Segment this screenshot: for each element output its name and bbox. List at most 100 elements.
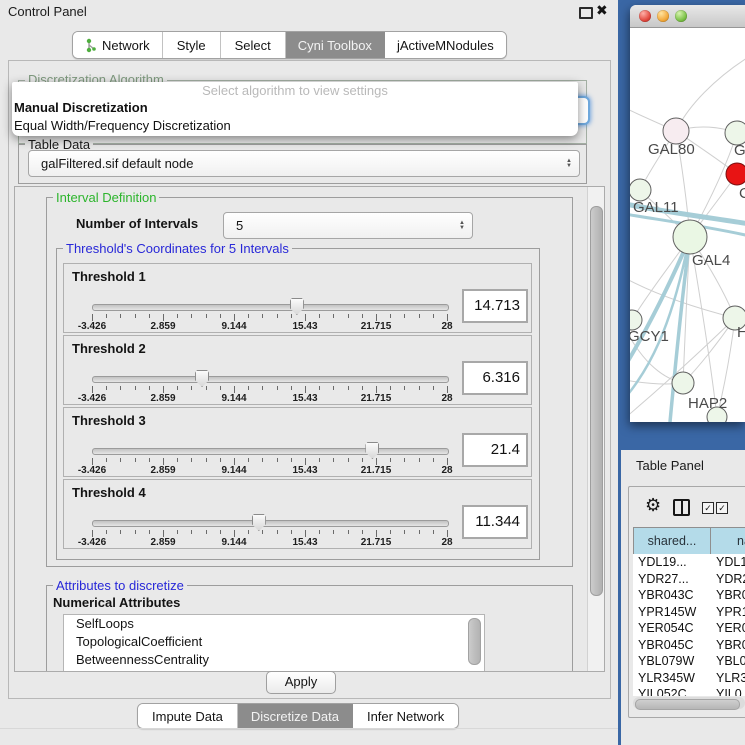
list-scrollbar[interactable]: [468, 618, 481, 665]
node-gal4[interactable]: [673, 220, 707, 254]
close-traffic-light-icon[interactable]: [639, 10, 651, 22]
cell-shared-name[interactable]: YLR345W: [633, 670, 716, 687]
table-row[interactable]: YDL19...YDL1: [633, 554, 745, 571]
tab-network[interactable]: Network: [73, 32, 163, 58]
dropdown-placeholder-option[interactable]: Select algorithm to view settings: [12, 82, 578, 99]
table-row[interactable]: YER054CYER0: [633, 620, 745, 637]
checkbox-icon[interactable]: ✓: [702, 502, 714, 514]
table-hscrollbar-track[interactable]: [633, 697, 745, 709]
cell-name[interactable]: YBL0: [716, 653, 745, 670]
close-icon[interactable]: ✖: [596, 2, 608, 19]
cell-name[interactable]: YER0: [716, 620, 745, 637]
cell-name[interactable]: YDL1: [716, 554, 745, 571]
cell-shared-name[interactable]: YDL19...: [633, 554, 716, 571]
table-row[interactable]: YBL079WYBL0: [633, 653, 745, 670]
slider-thumb[interactable]: [195, 370, 209, 387]
slider-tick: [333, 314, 334, 318]
tab-infer-network[interactable]: Infer Network: [353, 704, 458, 728]
attribute-list-item[interactable]: BetweennessCentrality: [64, 651, 484, 669]
cell-name[interactable]: YBR0: [716, 637, 745, 654]
node-label-partial-h: H: [737, 324, 745, 341]
slider-track[interactable]: [92, 448, 449, 455]
threshold-value-field[interactable]: 21.4: [462, 433, 528, 467]
tab-cyni-toolbox[interactable]: Cyni Toolbox: [286, 32, 385, 58]
tab-select-label: Select: [235, 38, 271, 53]
dropdown-option-manual-discretization[interactable]: Manual Discretization: [12, 99, 578, 117]
node-gal11[interactable]: [630, 179, 651, 201]
slider-thumb[interactable]: [290, 298, 304, 315]
table-hscrollbar-thumb[interactable]: [635, 699, 740, 710]
bottom-divider: [0, 728, 618, 729]
attribute-list-item[interactable]: TopologicalCoefficient: [64, 633, 484, 651]
cell-name[interactable]: YBR0: [716, 587, 745, 604]
numerical-attributes-list[interactable]: SelfLoopsTopologicalCoefficientBetweenne…: [63, 614, 485, 672]
table-data-combobox[interactable]: galFiltered.sif default node ▲▼: [28, 150, 580, 177]
cell-name[interactable]: YPR1: [716, 604, 745, 621]
minimize-traffic-light-icon[interactable]: [657, 10, 669, 22]
cell-shared-name[interactable]: YBR043C: [633, 587, 716, 604]
apply-button[interactable]: Apply: [266, 671, 336, 694]
column-header-shared-name[interactable]: shared...: [633, 527, 711, 555]
slider-tick-label: 2.859: [150, 537, 175, 548]
cell-shared-name[interactable]: YBL079W: [633, 653, 716, 670]
node-selected-red[interactable]: [726, 163, 745, 185]
network-window-titlebar[interactable]: [630, 5, 745, 28]
settings-scrollbar-thumb[interactable]: [590, 206, 603, 596]
cell-shared-name[interactable]: YIL052C: [633, 686, 716, 696]
tab-jactivemnodules[interactable]: jActiveMNodules: [385, 32, 506, 58]
window-title: Control Panel: [8, 4, 87, 19]
cell-shared-name[interactable]: YBR045C: [633, 637, 716, 654]
slider-track[interactable]: [92, 376, 449, 383]
tab-style[interactable]: Style: [163, 32, 221, 58]
tab-select[interactable]: Select: [221, 32, 286, 58]
cell-name[interactable]: YLR3: [716, 670, 745, 687]
slider-tick: [262, 386, 263, 390]
checkbox-icon[interactable]: ✓: [716, 502, 728, 514]
node-hap2[interactable]: [672, 372, 694, 394]
slider-tick: [447, 530, 448, 537]
table-row[interactable]: YBR043CYBR0: [633, 587, 745, 604]
zoom-traffic-light-icon[interactable]: [675, 10, 687, 22]
float-window-icon[interactable]: [579, 7, 593, 19]
table-row[interactable]: YIL052CYIL0: [633, 686, 745, 696]
slider-thumb[interactable]: [252, 514, 266, 531]
slider-tick: [305, 386, 306, 393]
table-row[interactable]: YLR345WYLR3: [633, 670, 745, 687]
settings-scrollbar-track[interactable]: [587, 187, 605, 671]
threshold-value-field[interactable]: 11.344: [462, 505, 528, 539]
split-columns-icon[interactable]: [673, 499, 690, 516]
number-of-intervals-combobox[interactable]: 5 ▲▼: [223, 212, 473, 239]
attribute-list-item[interactable]: SelfLoops: [64, 615, 484, 633]
cell-shared-name[interactable]: YER054C: [633, 620, 716, 637]
slider-track[interactable]: [92, 304, 449, 311]
slider-tick: [191, 530, 192, 534]
threshold-value-field[interactable]: 14.713: [462, 289, 528, 323]
threshold-value-field[interactable]: 6.316: [462, 361, 528, 395]
table-row[interactable]: YBR045CYBR0: [633, 637, 745, 654]
slider-tick: [348, 458, 349, 462]
gear-icon[interactable]: ⚙: [645, 495, 661, 516]
slider-tick: [291, 386, 292, 390]
slider-tick: [419, 314, 420, 318]
slider-tick: [163, 530, 164, 537]
column-header-name[interactable]: na: [710, 527, 745, 555]
slider-tick: [92, 386, 93, 393]
slider-tick: [220, 530, 221, 534]
cell-name[interactable]: YDR2: [716, 571, 745, 588]
numerical-attributes-label: Numerical Attributes: [53, 595, 180, 610]
cell-name[interactable]: YIL0: [716, 686, 745, 696]
table-row[interactable]: YDR27...YDR2: [633, 571, 745, 588]
slider-track[interactable]: [92, 520, 449, 527]
dropdown-option-equal-width[interactable]: Equal Width/Frequency Discretization: [12, 117, 578, 135]
slider-thumb[interactable]: [365, 442, 379, 459]
cell-shared-name[interactable]: YDR27...: [633, 571, 716, 588]
slider-tick: [106, 314, 107, 318]
network-canvas[interactable]: GAL80 GA C GAL11 GAL4 GCY1 H HAP2: [630, 28, 745, 422]
slider-tick: [120, 530, 121, 534]
cell-shared-name[interactable]: YPR145W: [633, 604, 716, 621]
tab-impute-data[interactable]: Impute Data: [138, 704, 238, 728]
table-row[interactable]: YPR145WYPR1: [633, 604, 745, 621]
tab-discretize-data[interactable]: Discretize Data: [238, 704, 353, 728]
node-gcy1[interactable]: [630, 310, 642, 330]
threshold-label: Threshold 2: [72, 341, 146, 356]
